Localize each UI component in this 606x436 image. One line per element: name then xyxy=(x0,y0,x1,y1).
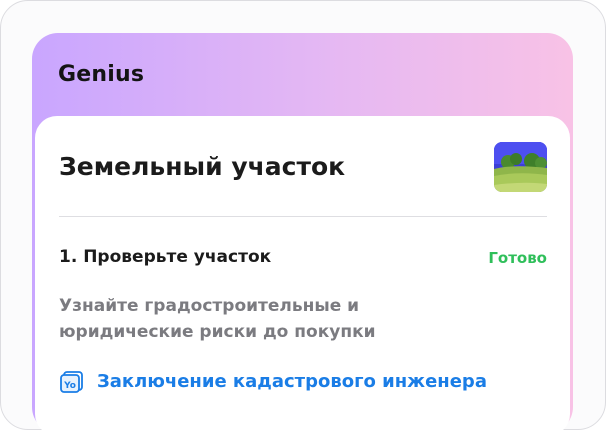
description-line: Узнайте градостроительные и xyxy=(59,296,360,316)
cadastral-engineer-link[interactable]: Заключение кадастрового инженера xyxy=(97,369,487,395)
step-title: 1. Проверьте участок xyxy=(59,247,272,267)
document-yo-icon[interactable]: Yo xyxy=(60,371,84,393)
step-description: Узнайте градостроительные и юридические … xyxy=(59,293,529,345)
card-title: Земельный участок xyxy=(59,152,346,181)
landscape-image-icon xyxy=(494,142,547,192)
land-plot-thumbnail xyxy=(494,142,547,192)
icon-text: Yo xyxy=(63,381,76,391)
description-line: юридические риски до покупки xyxy=(59,322,376,342)
document-icon: Yo xyxy=(60,371,83,393)
divider xyxy=(59,216,547,217)
brand-logo: Genius xyxy=(58,62,145,87)
status-badge: Готово xyxy=(488,249,547,267)
